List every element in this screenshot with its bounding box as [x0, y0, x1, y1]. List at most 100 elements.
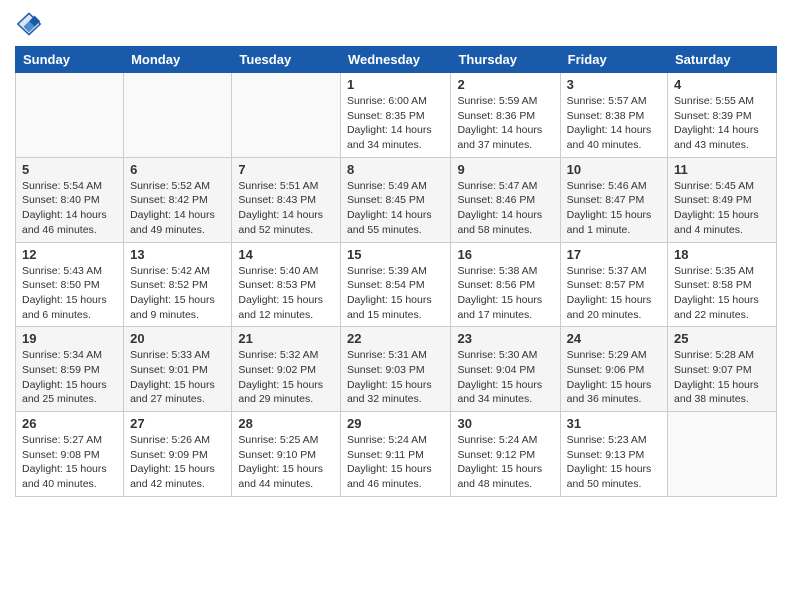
calendar-cell: 20 Sunrise: 5:33 AM Sunset: 9:01 PM Dayli…: [124, 327, 232, 412]
day-number: 29: [347, 416, 445, 431]
calendar-cell: [16, 73, 124, 158]
calendar-cell: [124, 73, 232, 158]
day-number: 17: [567, 247, 661, 262]
day-info: Sunrise: 5:42 AM Sunset: 8:52 PM Dayligh…: [130, 264, 225, 323]
day-info: Sunrise: 5:28 AM Sunset: 9:07 PM Dayligh…: [674, 348, 770, 407]
day-number: 2: [457, 77, 553, 92]
day-info: Sunrise: 5:27 AM Sunset: 9:08 PM Dayligh…: [22, 433, 117, 492]
day-number: 30: [457, 416, 553, 431]
weekday-header-sunday: Sunday: [16, 47, 124, 73]
week-row-3: 12 Sunrise: 5:43 AM Sunset: 8:50 PM Dayli…: [16, 242, 777, 327]
calendar-cell: 1Sunrise: 6:00 AM Sunset: 8:35 PM Daylig…: [340, 73, 451, 158]
calendar-cell: 17 Sunrise: 5:37 AM Sunset: 8:57 PM Dayli…: [560, 242, 667, 327]
day-number: 3: [567, 77, 661, 92]
calendar-cell: 23Sunrise: 5:30 AM Sunset: 9:04 PM Dayli…: [451, 327, 560, 412]
day-info: Sunrise: 5:59 AM Sunset: 8:36 PM Dayligh…: [457, 94, 553, 153]
day-number: 14: [238, 247, 334, 262]
day-number: 6: [130, 162, 225, 177]
header: [15, 10, 777, 38]
day-info: Sunrise: 5:46 AM Sunset: 8:47 PM Dayligh…: [567, 179, 661, 238]
calendar-cell: [668, 412, 777, 497]
calendar-cell: 31Sunrise: 5:23 AM Sunset: 9:13 PM Dayli…: [560, 412, 667, 497]
weekday-header-monday: Monday: [124, 47, 232, 73]
calendar-cell: 8 Sunrise: 5:49 AM Sunset: 8:45 PM Daylig…: [340, 157, 451, 242]
page: SundayMondayTuesdayWednesdayThursdayFrid…: [0, 0, 792, 512]
day-info: Sunrise: 5:45 AM Sunset: 8:49 PM Dayligh…: [674, 179, 770, 238]
logo-icon: [15, 10, 43, 38]
calendar-cell: 4 Sunrise: 5:55 AM Sunset: 8:39 PM Daylig…: [668, 73, 777, 158]
day-info: Sunrise: 5:34 AM Sunset: 8:59 PM Dayligh…: [22, 348, 117, 407]
day-number: 8: [347, 162, 445, 177]
day-info: Sunrise: 6:00 AM Sunset: 8:35 PM Dayligh…: [347, 94, 445, 153]
calendar-cell: 22 Sunrise: 5:31 AM Sunset: 9:03 PM Dayli…: [340, 327, 451, 412]
day-info: Sunrise: 5:25 AM Sunset: 9:10 PM Dayligh…: [238, 433, 334, 492]
calendar-cell: 14 Sunrise: 5:40 AM Sunset: 8:53 PM Dayli…: [232, 242, 341, 327]
week-row-5: 26 Sunrise: 5:27 AM Sunset: 9:08 PM Dayli…: [16, 412, 777, 497]
calendar-cell: 16 Sunrise: 5:38 AM Sunset: 8:56 PM Dayli…: [451, 242, 560, 327]
weekday-header-thursday: Thursday: [451, 47, 560, 73]
calendar-cell: 12 Sunrise: 5:43 AM Sunset: 8:50 PM Dayli…: [16, 242, 124, 327]
day-number: 4: [674, 77, 770, 92]
day-info: Sunrise: 5:38 AM Sunset: 8:56 PM Dayligh…: [457, 264, 553, 323]
weekday-header-row: SundayMondayTuesdayWednesdayThursdayFrid…: [16, 47, 777, 73]
logo: [15, 10, 47, 38]
day-number: 13: [130, 247, 225, 262]
calendar-cell: 9 Sunrise: 5:47 AM Sunset: 8:46 PM Daylig…: [451, 157, 560, 242]
day-number: 12: [22, 247, 117, 262]
week-row-4: 19 Sunrise: 5:34 AM Sunset: 8:59 PM Dayli…: [16, 327, 777, 412]
day-number: 5: [22, 162, 117, 177]
day-info: Sunrise: 5:37 AM Sunset: 8:57 PM Dayligh…: [567, 264, 661, 323]
day-number: 7: [238, 162, 334, 177]
day-number: 22: [347, 331, 445, 346]
weekday-header-tuesday: Tuesday: [232, 47, 341, 73]
calendar-cell: 3Sunrise: 5:57 AM Sunset: 8:38 PM Daylig…: [560, 73, 667, 158]
calendar-cell: 21 Sunrise: 5:32 AM Sunset: 9:02 PM Dayli…: [232, 327, 341, 412]
day-info: Sunrise: 5:51 AM Sunset: 8:43 PM Dayligh…: [238, 179, 334, 238]
week-row-2: 5 Sunrise: 5:54 AM Sunset: 8:40 PM Daylig…: [16, 157, 777, 242]
day-number: 10: [567, 162, 661, 177]
day-info: Sunrise: 5:31 AM Sunset: 9:03 PM Dayligh…: [347, 348, 445, 407]
day-info: Sunrise: 5:35 AM Sunset: 8:58 PM Dayligh…: [674, 264, 770, 323]
day-info: Sunrise: 5:39 AM Sunset: 8:54 PM Dayligh…: [347, 264, 445, 323]
calendar-cell: 26 Sunrise: 5:27 AM Sunset: 9:08 PM Dayli…: [16, 412, 124, 497]
day-number: 19: [22, 331, 117, 346]
calendar-cell: 27 Sunrise: 5:26 AM Sunset: 9:09 PM Dayli…: [124, 412, 232, 497]
day-info: Sunrise: 5:55 AM Sunset: 8:39 PM Dayligh…: [674, 94, 770, 153]
weekday-header-wednesday: Wednesday: [340, 47, 451, 73]
calendar-cell: 11 Sunrise: 5:45 AM Sunset: 8:49 PM Dayli…: [668, 157, 777, 242]
weekday-header-saturday: Saturday: [668, 47, 777, 73]
calendar-cell: 28 Sunrise: 5:25 AM Sunset: 9:10 PM Dayli…: [232, 412, 341, 497]
day-number: 24: [567, 331, 661, 346]
day-info: Sunrise: 5:24 AM Sunset: 9:12 PM Dayligh…: [457, 433, 553, 492]
day-info: Sunrise: 5:43 AM Sunset: 8:50 PM Dayligh…: [22, 264, 117, 323]
calendar-cell: [232, 73, 341, 158]
calendar-cell: 5 Sunrise: 5:54 AM Sunset: 8:40 PM Daylig…: [16, 157, 124, 242]
day-info: Sunrise: 5:40 AM Sunset: 8:53 PM Dayligh…: [238, 264, 334, 323]
day-info: Sunrise: 5:26 AM Sunset: 9:09 PM Dayligh…: [130, 433, 225, 492]
day-info: Sunrise: 5:52 AM Sunset: 8:42 PM Dayligh…: [130, 179, 225, 238]
day-number: 21: [238, 331, 334, 346]
day-info: Sunrise: 5:54 AM Sunset: 8:40 PM Dayligh…: [22, 179, 117, 238]
day-info: Sunrise: 5:49 AM Sunset: 8:45 PM Dayligh…: [347, 179, 445, 238]
day-number: 28: [238, 416, 334, 431]
day-number: 26: [22, 416, 117, 431]
calendar-cell: 2 Sunrise: 5:59 AM Sunset: 8:36 PM Daylig…: [451, 73, 560, 158]
day-info: Sunrise: 5:32 AM Sunset: 9:02 PM Dayligh…: [238, 348, 334, 407]
calendar-cell: 10 Sunrise: 5:46 AM Sunset: 8:47 PM Dayli…: [560, 157, 667, 242]
day-number: 16: [457, 247, 553, 262]
day-number: 20: [130, 331, 225, 346]
day-info: Sunrise: 5:23 AM Sunset: 9:13 PM Dayligh…: [567, 433, 661, 492]
weekday-header-friday: Friday: [560, 47, 667, 73]
day-info: Sunrise: 5:29 AM Sunset: 9:06 PM Dayligh…: [567, 348, 661, 407]
day-number: 27: [130, 416, 225, 431]
week-row-1: 1Sunrise: 6:00 AM Sunset: 8:35 PM Daylig…: [16, 73, 777, 158]
day-info: Sunrise: 5:47 AM Sunset: 8:46 PM Dayligh…: [457, 179, 553, 238]
day-number: 9: [457, 162, 553, 177]
calendar-cell: 19 Sunrise: 5:34 AM Sunset: 8:59 PM Dayli…: [16, 327, 124, 412]
day-number: 11: [674, 162, 770, 177]
calendar-cell: 24 Sunrise: 5:29 AM Sunset: 9:06 PM Dayli…: [560, 327, 667, 412]
day-info: Sunrise: 5:33 AM Sunset: 9:01 PM Dayligh…: [130, 348, 225, 407]
day-number: 15: [347, 247, 445, 262]
calendar-cell: 25Sunrise: 5:28 AM Sunset: 9:07 PM Dayli…: [668, 327, 777, 412]
day-info: Sunrise: 5:30 AM Sunset: 9:04 PM Dayligh…: [457, 348, 553, 407]
